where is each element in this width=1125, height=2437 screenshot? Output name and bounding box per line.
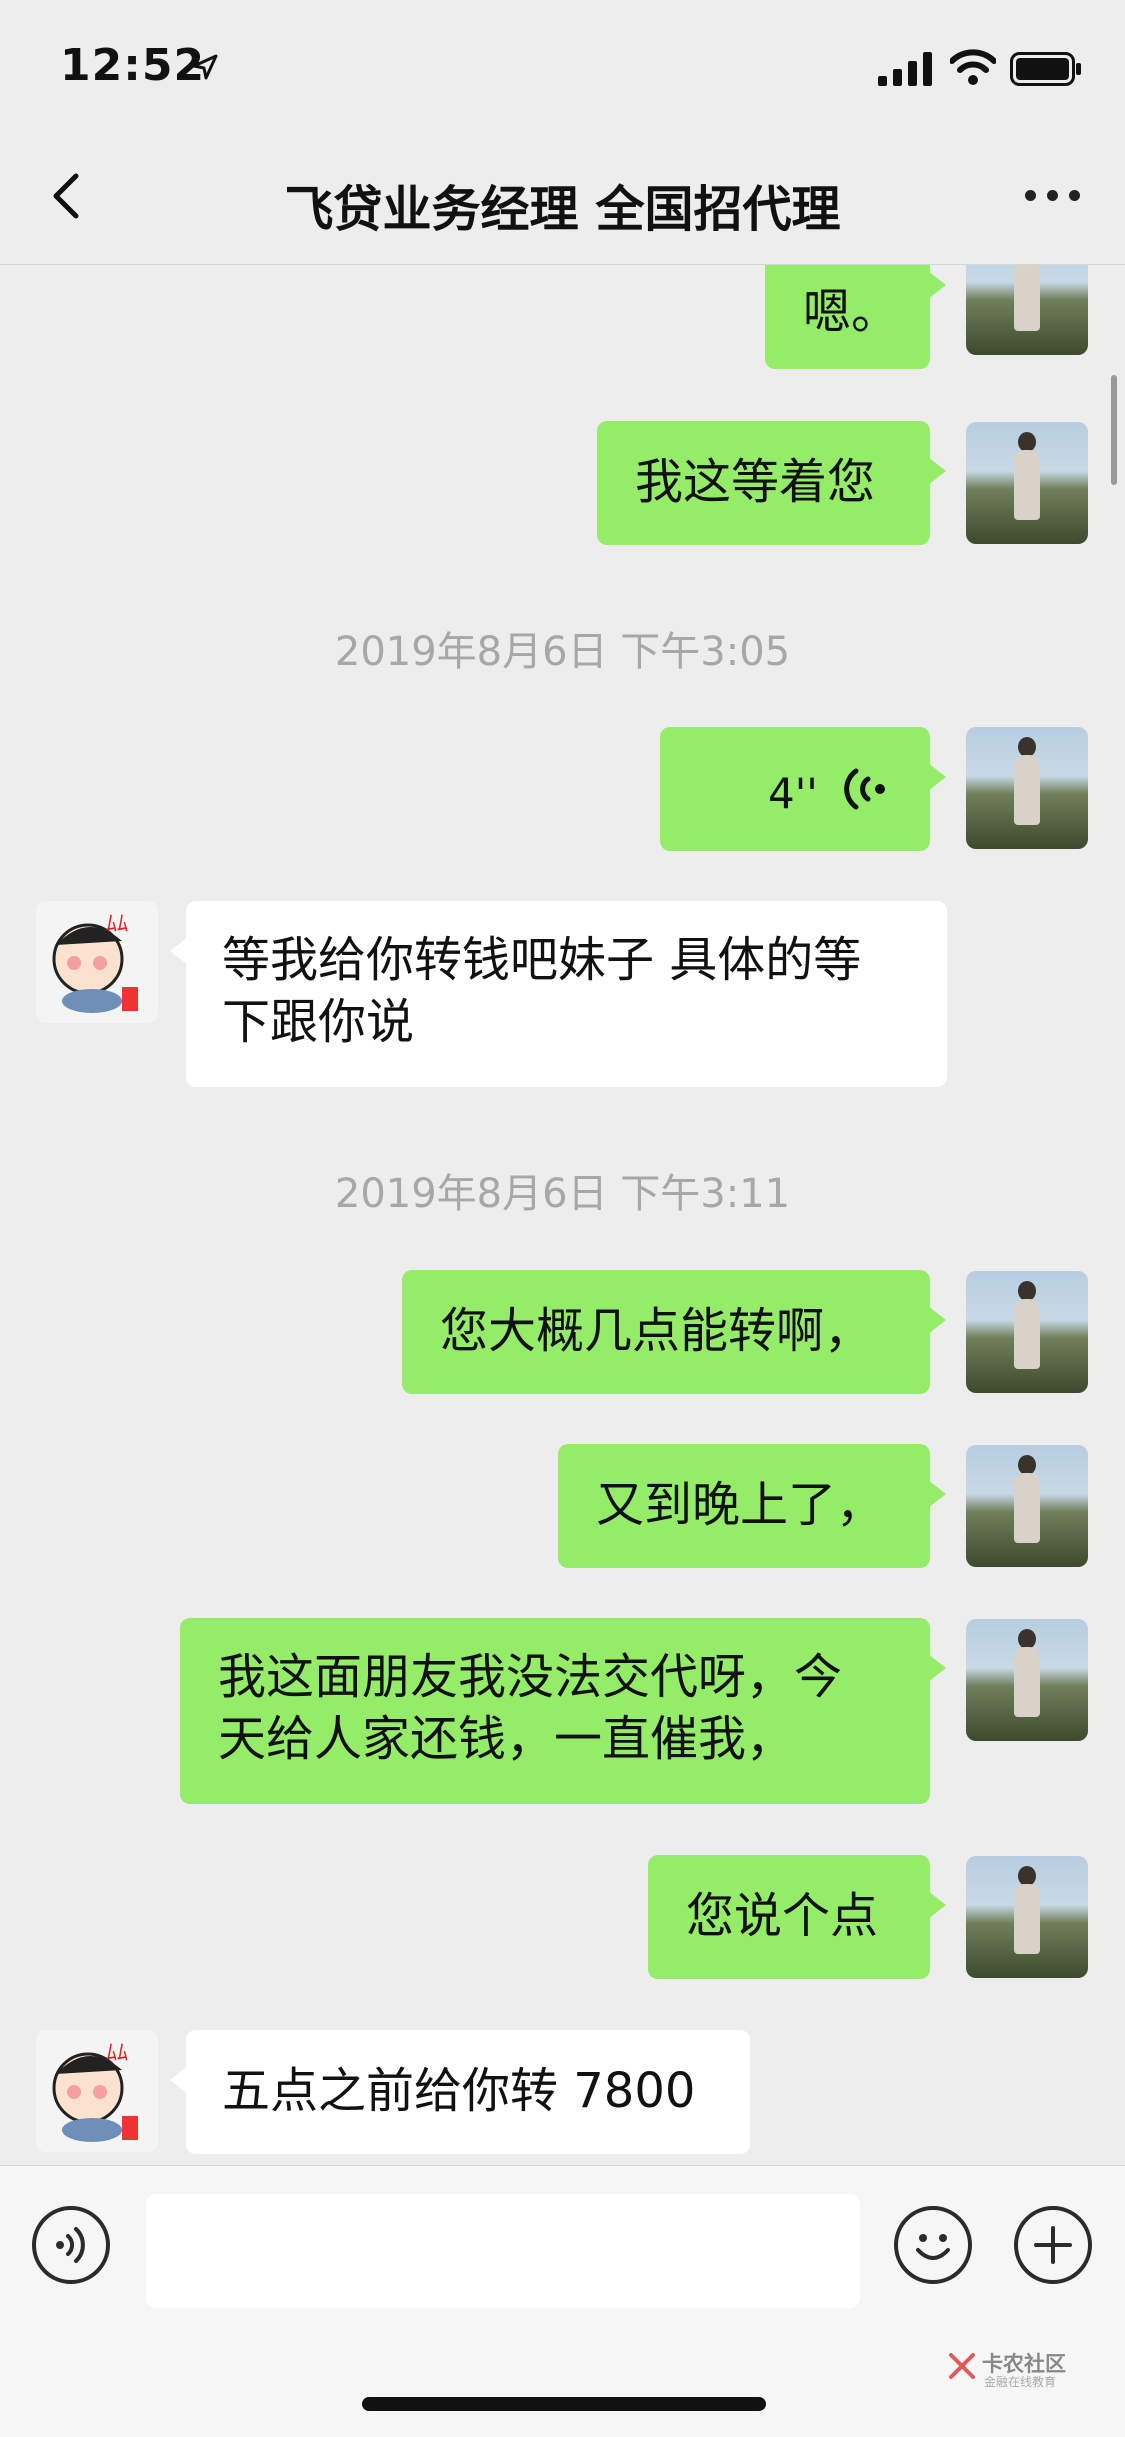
nav-bar: 飞贷业务经理 全国招代理: [0, 130, 1125, 265]
avatar-figure-body: [1014, 755, 1040, 825]
more-options-button[interactable]: [1017, 170, 1087, 220]
my-avatar[interactable]: [966, 1271, 1088, 1393]
my-message-bubble[interactable]: 又到晚上了，: [558, 1444, 946, 1568]
contact-avatar[interactable]: ﾑﾑ: [36, 901, 158, 1023]
voice-duration: 4'': [768, 769, 818, 818]
timestamp-label: 2019年8月6日 下午3:05: [334, 629, 791, 675]
avatar-figure-body: [1014, 1884, 1040, 1954]
scroll-indicator[interactable]: [1111, 375, 1117, 485]
contact-avatar[interactable]: ﾑﾑ: [36, 2030, 158, 2152]
more-functions-button[interactable]: [1014, 2206, 1092, 2284]
cellular-signal-icon: [878, 52, 932, 86]
wifi-icon: [950, 49, 996, 85]
avatar-figure-head: [1018, 737, 1036, 757]
watermark: 卡农社区 金融在线教育: [948, 2348, 1118, 2389]
message-text: 我这等着您: [635, 454, 876, 510]
my-message-bubble[interactable]: 您说个点: [648, 1855, 946, 1979]
clock-time: 12:52: [60, 40, 206, 91]
status-bar: 12:52: [0, 0, 1125, 130]
avatar-figure-head: [1018, 1629, 1036, 1649]
watermark-logo-icon: [949, 2353, 975, 2379]
timestamp-label: 2019年8月6日 下午3:11: [334, 1171, 791, 1217]
contact-message-bubble[interactable]: 五点之前给你转 7800: [170, 2030, 750, 2154]
my-avatar[interactable]: [966, 1856, 1088, 1978]
message-text: 您说个点: [686, 1888, 879, 1944]
my-message-bubble[interactable]: 我这等着您: [597, 421, 946, 545]
chat-message-list[interactable]: 嗯。 我这等着您 2019年8月6日 下午3:05 4'' ﾑﾑ 等我给你转钱吧…: [0, 265, 1125, 2165]
message-text-line: 我这面朋友我没法交代呀，今: [218, 1649, 843, 1705]
plus-icon: [1034, 2226, 1072, 2264]
avatar-figure-body: [1014, 265, 1040, 331]
svg-text:ﾑﾑ: ﾑﾑ: [106, 912, 128, 937]
message-text: 又到晚上了，: [596, 1477, 885, 1533]
my-message-bubble[interactable]: 嗯。: [765, 265, 946, 369]
more-dot-icon: [1047, 190, 1058, 201]
smiley-face-icon: [916, 2234, 950, 2260]
message-text-line: 等我给你转钱吧妹子 具体的等: [222, 932, 862, 988]
more-dot-icon: [1025, 190, 1036, 201]
watermark-subtitle: 金融在线教育: [984, 2375, 1057, 2389]
location-arrow-icon: [192, 54, 218, 80]
emoji-button[interactable]: [894, 2206, 972, 2284]
home-indicator[interactable]: [362, 2397, 766, 2411]
more-dot-icon: [1069, 190, 1080, 201]
my-avatar[interactable]: [966, 1619, 1088, 1741]
contact-message-bubble[interactable]: 等我给你转钱吧妹子 具体的等 下跟你说: [170, 901, 947, 1087]
avatar-figure-head: [1018, 1455, 1036, 1475]
avatar-figure-body: [1014, 450, 1040, 520]
my-message-bubble[interactable]: 我这面朋友我没法交代呀，今 天给人家还钱，一直催我，: [180, 1618, 946, 1804]
avatar-figure-body: [1014, 1647, 1040, 1717]
voice-wave-icon: [56, 2227, 85, 2263]
avatar-figure-head: [1018, 432, 1036, 452]
message-text: 五点之前给你转 7800: [222, 2063, 696, 2119]
avatar-figure-body: [1014, 1473, 1040, 1543]
message-text: 您大概几点能转啊，: [440, 1303, 873, 1359]
battery-icon: [1010, 52, 1081, 86]
my-message-bubble[interactable]: 您大概几点能转啊，: [402, 1270, 946, 1394]
my-avatar[interactable]: [966, 265, 1088, 355]
my-avatar[interactable]: [966, 727, 1088, 849]
voice-input-button[interactable]: [32, 2206, 110, 2284]
chat-title: 飞贷业务经理 全国招代理: [284, 181, 841, 238]
avatar-figure-body: [1014, 1299, 1040, 1369]
avatar-figure-head: [1018, 1866, 1036, 1886]
svg-text:ﾑﾑ: ﾑﾑ: [106, 2041, 128, 2066]
message-text-line: 下跟你说: [222, 994, 415, 1050]
cartoon-character-icon: ﾑﾑ: [36, 2030, 158, 2152]
message-text: 嗯。: [803, 284, 900, 340]
cartoon-character-icon: ﾑﾑ: [36, 901, 158, 1023]
voice-message-bubble[interactable]: 4'': [660, 727, 946, 851]
my-avatar[interactable]: [966, 422, 1088, 544]
voice-wave-icon: [844, 768, 885, 810]
my-avatar[interactable]: [966, 1445, 1088, 1567]
message-text-line: 天给人家还钱，一直催我，: [218, 1711, 795, 1767]
avatar-figure-head: [1018, 1281, 1036, 1301]
message-text-input[interactable]: [146, 2194, 860, 2308]
